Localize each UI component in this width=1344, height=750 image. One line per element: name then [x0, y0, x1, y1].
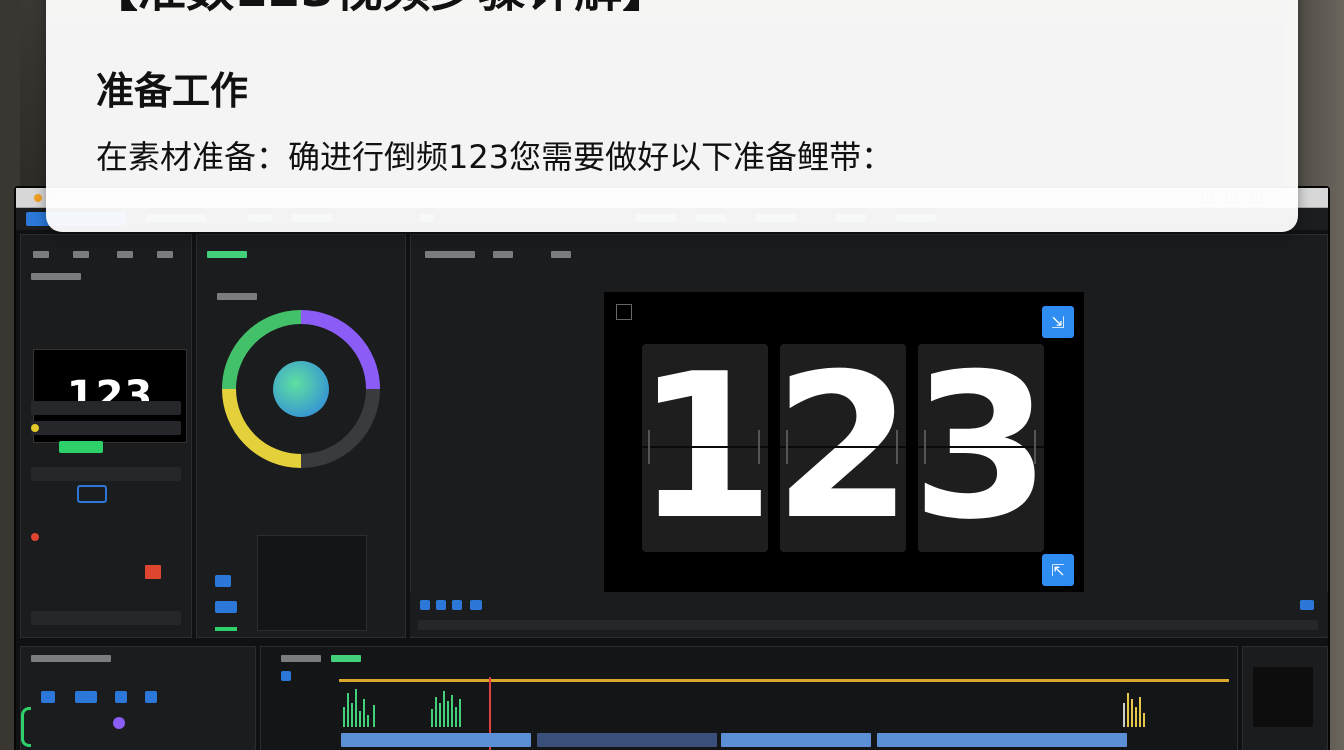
- tool-icon[interactable]: [215, 627, 237, 631]
- panel-tab[interactable]: [331, 655, 361, 662]
- video-preview[interactable]: 1 2 3 ⇲ ⇱: [604, 292, 1084, 592]
- video-clip[interactable]: [877, 733, 1127, 747]
- property-row[interactable]: [31, 421, 181, 435]
- property-row[interactable]: [31, 611, 181, 625]
- tools-panel: [20, 646, 256, 750]
- photo-scene: 123 1 2 3 ⇲ ⇱ 准备工作 在素材准备：确进行倒频123您需要做好以下…: [0, 0, 1344, 750]
- panel-tab[interactable]: [117, 251, 133, 258]
- flip-pin: [648, 430, 650, 464]
- property-row[interactable]: [31, 467, 181, 481]
- flag-icon[interactable]: [145, 565, 161, 579]
- safe-area-icon[interactable]: [616, 304, 632, 320]
- transport-bar: [410, 592, 1328, 636]
- window-dot-icon[interactable]: [34, 194, 42, 202]
- flip-pin: [896, 430, 898, 464]
- settings-button[interactable]: [1300, 600, 1314, 610]
- color-dot-icon: [31, 424, 39, 432]
- track-toggle[interactable]: [281, 671, 291, 681]
- timeline-ruler[interactable]: [339, 679, 1229, 682]
- flip-card: 3: [918, 344, 1044, 552]
- video-clip[interactable]: [341, 733, 531, 747]
- section-heading: 准备工作: [96, 69, 249, 113]
- flip-digit: 2: [780, 344, 906, 552]
- audio-waveform: [341, 687, 491, 727]
- flip-pin: [758, 430, 760, 464]
- panel-tab[interactable]: [157, 251, 173, 258]
- scrub-bar[interactable]: [418, 620, 1318, 630]
- loop-button[interactable]: [470, 600, 482, 610]
- flip-digit: 1: [642, 344, 768, 552]
- flip-pin: [924, 430, 926, 464]
- play-button[interactable]: [420, 600, 430, 610]
- panel-tab[interactable]: [551, 251, 571, 258]
- fullscreen-icon[interactable]: ⇱: [1042, 554, 1074, 586]
- color-panel: [196, 234, 406, 638]
- green-swatch[interactable]: [59, 441, 103, 453]
- bracket-icon: [21, 707, 31, 747]
- record-icon[interactable]: [31, 533, 39, 541]
- flip-seam: [642, 446, 768, 448]
- property-row[interactable]: [31, 401, 181, 415]
- tool-icon[interactable]: [41, 691, 55, 703]
- step-button[interactable]: [436, 600, 446, 610]
- monitor-screen: 123 1 2 3 ⇲ ⇱: [14, 186, 1330, 750]
- panel-tab[interactable]: [425, 251, 475, 258]
- flip-card: 2: [780, 344, 906, 552]
- panel-tab[interactable]: [493, 251, 513, 258]
- article-title: 【准数123视频步骤详解】: [90, 0, 670, 18]
- video-clip[interactable]: [721, 733, 871, 747]
- audio-meter: [1253, 667, 1313, 727]
- audio-meter-panel: [1242, 646, 1328, 750]
- section-body: 在素材准备：确进行倒频123您需要做好以下准备鲤带：: [96, 138, 894, 176]
- tool-icon[interactable]: [215, 601, 237, 613]
- panel-tab[interactable]: [33, 251, 49, 258]
- keyframe-icon[interactable]: [77, 485, 107, 503]
- step-button[interactable]: [452, 600, 462, 610]
- tool-icon[interactable]: [215, 575, 231, 587]
- tool-icon[interactable]: [215, 523, 245, 553]
- section-label: [31, 273, 81, 280]
- panel-tab[interactable]: [73, 251, 89, 258]
- audio-waveform: [1121, 687, 1181, 727]
- tool-icon[interactable]: [115, 691, 127, 703]
- effects-panel: 123: [20, 234, 192, 638]
- flip-pin: [1034, 430, 1036, 464]
- timeline[interactable]: [260, 646, 1238, 750]
- color-wheel[interactable]: [211, 299, 391, 479]
- panel-tab[interactable]: [207, 251, 247, 258]
- flip-pin: [786, 430, 788, 464]
- flip-digit: 3: [918, 344, 1044, 552]
- video-clip[interactable]: [537, 733, 717, 747]
- panel-tab[interactable]: [31, 655, 111, 662]
- panel-tab[interactable]: [281, 655, 321, 662]
- tool-icon[interactable]: [145, 691, 157, 703]
- tool-icon[interactable]: [75, 691, 97, 703]
- sub-panel: [257, 535, 367, 631]
- flip-seam: [780, 446, 906, 448]
- article-heading-card: 【准数123视频步骤详解】 准备工作 在素材准备：确进行倒频123您需要做好以下…: [46, 0, 1298, 232]
- flip-card: 1: [642, 344, 768, 552]
- color-dot-icon[interactable]: [113, 717, 125, 729]
- export-icon[interactable]: ⇲: [1042, 306, 1074, 338]
- flip-seam: [918, 446, 1044, 448]
